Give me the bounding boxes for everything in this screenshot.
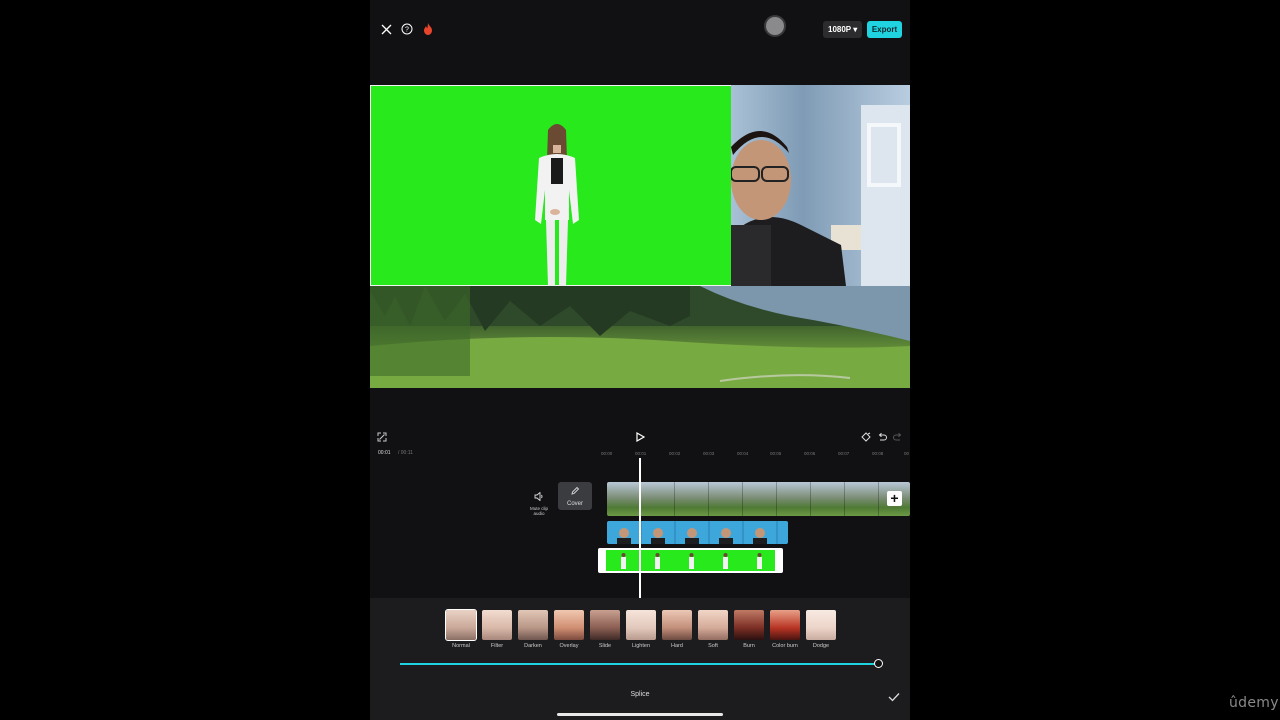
blend-mode-slide[interactable]: Slide	[590, 610, 620, 649]
blend-mode-soft[interactable]: Soft	[698, 610, 728, 649]
track-frame	[641, 482, 675, 516]
mode-label: Soft	[708, 643, 718, 649]
keyframe-icon[interactable]	[859, 430, 873, 444]
cover-label: Cover	[566, 501, 583, 507]
presenter-thumbnails	[621, 553, 762, 569]
mode-thumbnail	[590, 610, 620, 640]
mode-thumbnail	[518, 610, 548, 640]
play-icon[interactable]	[633, 430, 647, 444]
mode-label: Filter	[490, 643, 504, 649]
mode-thumbnail	[482, 610, 512, 640]
mode-thumbnail	[770, 610, 800, 640]
mode-thumbnail	[554, 610, 584, 640]
mode-label: Dodge	[812, 643, 830, 649]
green-screen-clip[interactable]	[370, 85, 732, 286]
time-tick: 00:06	[804, 451, 816, 456]
record-indicator	[766, 17, 784, 35]
time-tick: 00:02	[669, 451, 681, 456]
opacity-slider-track[interactable]	[400, 663, 880, 665]
pencil-icon	[571, 486, 580, 495]
mode-thumbnail	[734, 610, 764, 640]
time-tick: 00:04	[737, 451, 749, 456]
webcam-thumbnails	[617, 521, 778, 544]
blend-mode-dodge[interactable]: Dodge	[806, 610, 836, 649]
svg-text:?: ?	[405, 27, 409, 34]
blend-mode-hard[interactable]: Hard	[662, 610, 692, 649]
mode-thumbnail	[445, 609, 477, 641]
top-bar: ? 1080P ▾ Export	[370, 0, 910, 60]
track-frame	[607, 482, 641, 516]
blend-mode-burn[interactable]: Burn	[734, 610, 764, 649]
mode-thumbnail	[806, 610, 836, 640]
panel-title: Splice	[630, 691, 650, 698]
green-screen-frames	[606, 550, 775, 571]
help-icon[interactable]: ?	[399, 21, 415, 37]
blend-mode-normal[interactable]: Normal	[445, 609, 477, 649]
mode-thumbnail	[626, 610, 656, 640]
app-window: ? 1080P ▾ Export 00:01 / 00:11 00:00 00:…	[370, 0, 910, 720]
overlay-track-green-screen[interactable]	[598, 548, 783, 573]
mode-label: Hard	[671, 643, 683, 649]
home-indicator	[557, 713, 723, 716]
mode-label: Overlay	[559, 643, 579, 649]
mode-thumbnail	[698, 610, 728, 640]
export-button[interactable]: Export	[867, 21, 902, 38]
redo-icon[interactable]	[891, 430, 905, 444]
opacity-slider-handle[interactable]	[874, 659, 883, 668]
playhead[interactable]	[639, 458, 641, 598]
flame-icon[interactable]	[420, 21, 436, 37]
mode-label: Lighten	[631, 643, 651, 649]
track-frame	[709, 482, 743, 516]
mode-label: Color burn	[772, 643, 798, 649]
webcam-clip[interactable]	[731, 85, 910, 286]
mode-label: Normal	[452, 643, 470, 649]
cover-button[interactable]: Cover	[558, 482, 592, 510]
time-tick: 00:05	[770, 451, 782, 456]
resolution-dropdown[interactable]: 1080P ▾	[823, 21, 863, 38]
mode-label: Burn	[743, 643, 755, 649]
presenter-figure	[535, 124, 579, 286]
splice-panel: Normal Filter Darken Overlay Slide Light…	[370, 598, 910, 720]
blend-mode-color-burn[interactable]: Color burn	[770, 610, 800, 649]
webcam-person	[731, 105, 910, 286]
undo-icon[interactable]	[875, 430, 889, 444]
time-tick: 00:08	[872, 451, 884, 456]
blend-mode-darken[interactable]: Darken	[518, 610, 548, 649]
time-tick: 00:01	[635, 451, 647, 456]
time-tick: 00:07	[838, 451, 850, 456]
add-clip-button[interactable]: +	[887, 491, 902, 506]
blend-mode-lighten[interactable]: Lighten	[626, 610, 656, 649]
track-frame	[743, 482, 777, 516]
blend-mode-overlay[interactable]: Overlay	[554, 610, 584, 649]
track-frame	[811, 482, 845, 516]
udemy-watermark: ûdemy	[1229, 695, 1279, 711]
mute-label-line2: audio	[533, 511, 545, 516]
time-tick: 00:03	[703, 451, 715, 456]
background-landscape-clip[interactable]	[370, 286, 910, 388]
total-time: / 00:11	[398, 450, 413, 456]
mode-label: Darken	[524, 643, 542, 649]
time-tick: 00:00	[601, 451, 613, 456]
blend-mode-filter[interactable]: Filter	[482, 610, 512, 649]
landscape-image	[370, 286, 910, 388]
overlay-track-webcam[interactable]	[607, 521, 788, 544]
mute-clip-audio-button[interactable]: Mute clip audio	[527, 488, 551, 516]
track-frame	[675, 482, 709, 516]
checkmark-icon[interactable]	[888, 689, 902, 702]
track-frame	[845, 482, 879, 516]
close-icon[interactable]	[378, 21, 394, 37]
mode-label: Slide	[598, 643, 612, 649]
mode-thumbnail	[662, 610, 692, 640]
fullscreen-icon[interactable]	[375, 430, 389, 444]
speaker-icon	[534, 491, 543, 502]
main-video-track[interactable]	[607, 482, 910, 516]
current-time: 00:01	[378, 450, 391, 456]
timeline[interactable]: 00:01 / 00:11 00:00 00:01 00:02 00:03 00…	[370, 446, 910, 598]
track-frame	[777, 482, 811, 516]
video-preview[interactable]	[370, 85, 910, 388]
time-tick: 00	[904, 451, 910, 456]
